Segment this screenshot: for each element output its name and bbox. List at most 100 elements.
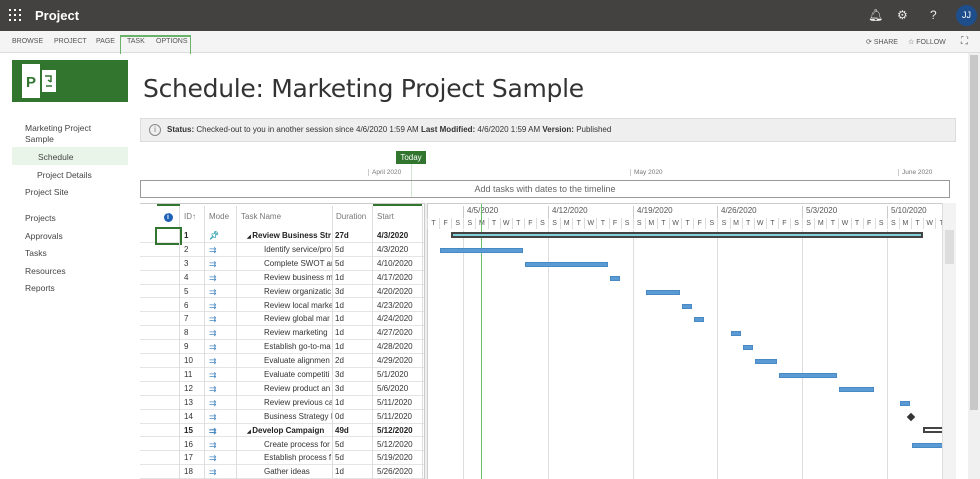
- start-cell[interactable]: 4/27/2020: [373, 326, 423, 341]
- indicator-cell[interactable]: [157, 368, 180, 382]
- mode-cell[interactable]: ⇉: [205, 354, 237, 369]
- start-cell[interactable]: 4/28/2020: [373, 340, 423, 355]
- duration-cell[interactable]: 1d: [333, 312, 373, 327]
- mode-cell[interactable]: ⇉: [205, 395, 237, 410]
- sidebar-item-reports[interactable]: Reports: [25, 283, 55, 293]
- task-name-cell[interactable]: Evaluate alignmen: [237, 354, 333, 369]
- task-name-cell[interactable]: Review previous ca: [237, 395, 333, 410]
- task-name-cell[interactable]: Complete SWOT an: [237, 256, 333, 271]
- start-cell[interactable]: 5/11/2020: [373, 395, 423, 410]
- task-name-cell[interactable]: Create process for: [237, 437, 333, 452]
- indicator-cell[interactable]: [157, 423, 180, 438]
- id-cell[interactable]: 10: [180, 354, 205, 369]
- indicator-cell[interactable]: [157, 395, 180, 410]
- task-name-cell[interactable]: Evaluate competiti: [237, 368, 333, 382]
- sidebar-item-project-site[interactable]: Project Site: [25, 187, 68, 197]
- sidebar-item-project-details[interactable]: Project Details: [37, 170, 92, 180]
- id-cell[interactable]: 15: [180, 423, 205, 438]
- table-row[interactable]: 12 ⇉ Review product an 3d 5/6/2020: [140, 381, 426, 396]
- mode-cell[interactable]: ⇉: [205, 270, 237, 285]
- table-row[interactable]: 5 ⇉ Review organizatic 3d 4/20/2020: [140, 284, 426, 299]
- indicator-cell[interactable]: [157, 256, 180, 271]
- app-title[interactable]: Project: [35, 8, 79, 23]
- table-row[interactable]: 16 ⇉ Create process for 5d 5/12/2020: [140, 437, 426, 452]
- duration-cell[interactable]: 1d: [333, 326, 373, 341]
- id-cell[interactable]: 11: [180, 368, 205, 382]
- duration-cell[interactable]: 5d: [333, 256, 373, 271]
- indicator-cell[interactable]: [157, 326, 180, 341]
- mode-cell[interactable]: ⇉: [205, 298, 237, 313]
- id-cell[interactable]: 16: [180, 437, 205, 452]
- duration-cell[interactable]: 1d: [333, 298, 373, 313]
- task-bar[interactable]: [646, 289, 680, 295]
- sidebar-item-resources[interactable]: Resources: [25, 266, 66, 276]
- table-row[interactable]: 3 ⇉ Complete SWOT an 5d 4/10/2020: [140, 256, 426, 271]
- start-cell[interactable]: 4/17/2020: [373, 270, 423, 285]
- duration-cell[interactable]: 5d: [333, 242, 373, 257]
- start-cell[interactable]: 5/6/2020: [373, 381, 423, 396]
- mode-cell[interactable]: ⇉: [205, 256, 237, 271]
- start-cell[interactable]: 5/1/2020: [373, 368, 423, 382]
- start-cell[interactable]: 5/12/2020: [373, 437, 423, 452]
- duration-cell[interactable]: 2d: [333, 354, 373, 369]
- duration-cell[interactable]: 0d: [333, 409, 373, 424]
- focus-mode-icon[interactable]: ⛶: [961, 36, 968, 47]
- table-row[interactable]: 8 ⇉ Review marketing 1d 4/27/2020: [140, 326, 426, 341]
- indicator-cell[interactable]: [155, 227, 182, 245]
- id-cell[interactable]: 4: [180, 270, 205, 285]
- start-cell[interactable]: 5/12/2020: [373, 423, 423, 438]
- bell-icon[interactable]: 🔔︎: [868, 8, 883, 22]
- start-cell[interactable]: 4/10/2020: [373, 256, 423, 271]
- task-name-cell[interactable]: Review global mar: [237, 312, 333, 327]
- id-header[interactable]: ID↑: [180, 206, 205, 230]
- duration-cell[interactable]: 5d: [333, 451, 373, 466]
- table-row[interactable]: 14 ⇉ Business Strategy I 0d 5/11/2020: [140, 409, 426, 424]
- id-cell[interactable]: 7: [180, 312, 205, 327]
- start-cell[interactable]: 5/26/2020: [373, 465, 423, 479]
- id-cell[interactable]: 1: [180, 229, 205, 243]
- table-row[interactable]: 18 ⇉ Gather ideas 1d 5/26/2020: [140, 465, 426, 479]
- task-name-header[interactable]: Task Name: [237, 206, 333, 230]
- task-bar[interactable]: [731, 331, 741, 337]
- tab-page[interactable]: PAGE: [96, 31, 115, 53]
- indicator-cell[interactable]: [157, 284, 180, 299]
- duration-cell[interactable]: 1d: [333, 395, 373, 410]
- duration-cell[interactable]: 27d: [333, 229, 373, 243]
- task-bar[interactable]: [839, 386, 874, 392]
- id-cell[interactable]: 17: [180, 451, 205, 466]
- gear-icon[interactable]: ⚙: [897, 8, 908, 22]
- mode-cell[interactable]: ⇉: [205, 381, 237, 396]
- task-bar[interactable]: [779, 373, 837, 378]
- mode-header[interactable]: Mode: [205, 206, 237, 230]
- tab-browse[interactable]: BROWSE: [12, 31, 43, 53]
- mode-cell[interactable]: ⇉: [205, 437, 237, 452]
- mode-cell[interactable]: 📌︎: [205, 229, 237, 243]
- mode-cell[interactable]: ⇉: [205, 284, 237, 299]
- duration-cell[interactable]: 1d: [333, 340, 373, 355]
- duration-cell[interactable]: 49d: [333, 423, 373, 438]
- indicator-cell[interactable]: [157, 465, 180, 479]
- table-row[interactable]: 17 ⇉ Establish process f 5d 5/19/2020: [140, 451, 426, 466]
- follow-button[interactable]: ☆ FOLLOW: [908, 38, 946, 46]
- task-name-cell[interactable]: Review marketing: [237, 326, 333, 341]
- sidebar-item-approvals[interactable]: Approvals: [25, 231, 63, 241]
- task-name-cell[interactable]: Establish go-to-ma: [237, 340, 333, 355]
- id-cell[interactable]: 9: [180, 340, 205, 355]
- task-name-cell[interactable]: ◢ Develop Campaign: [237, 423, 333, 438]
- duration-cell[interactable]: 3d: [333, 284, 373, 299]
- table-row[interactable]: 11 ⇉ Evaluate competiti 3d 5/1/2020: [140, 368, 426, 382]
- indicator-cell[interactable]: [157, 354, 180, 369]
- task-bar[interactable]: [610, 275, 620, 281]
- help-icon[interactable]: ?: [930, 8, 937, 22]
- indicator-cell[interactable]: [157, 298, 180, 313]
- indicator-cell[interactable]: [157, 409, 180, 424]
- table-row[interactable]: 2 ⇉ Identify service/pro 5d 4/3/2020: [140, 242, 426, 257]
- indicator-cell[interactable]: [157, 451, 180, 466]
- duration-cell[interactable]: 5d: [333, 437, 373, 452]
- mode-cell[interactable]: ⇉: [205, 312, 237, 327]
- mode-cell[interactable]: ⇉: [205, 423, 237, 438]
- duration-cell[interactable]: 3d: [333, 368, 373, 382]
- task-bar[interactable]: [525, 261, 608, 267]
- page-scrollbar[interactable]: [968, 53, 980, 479]
- indicator-cell[interactable]: [157, 270, 180, 285]
